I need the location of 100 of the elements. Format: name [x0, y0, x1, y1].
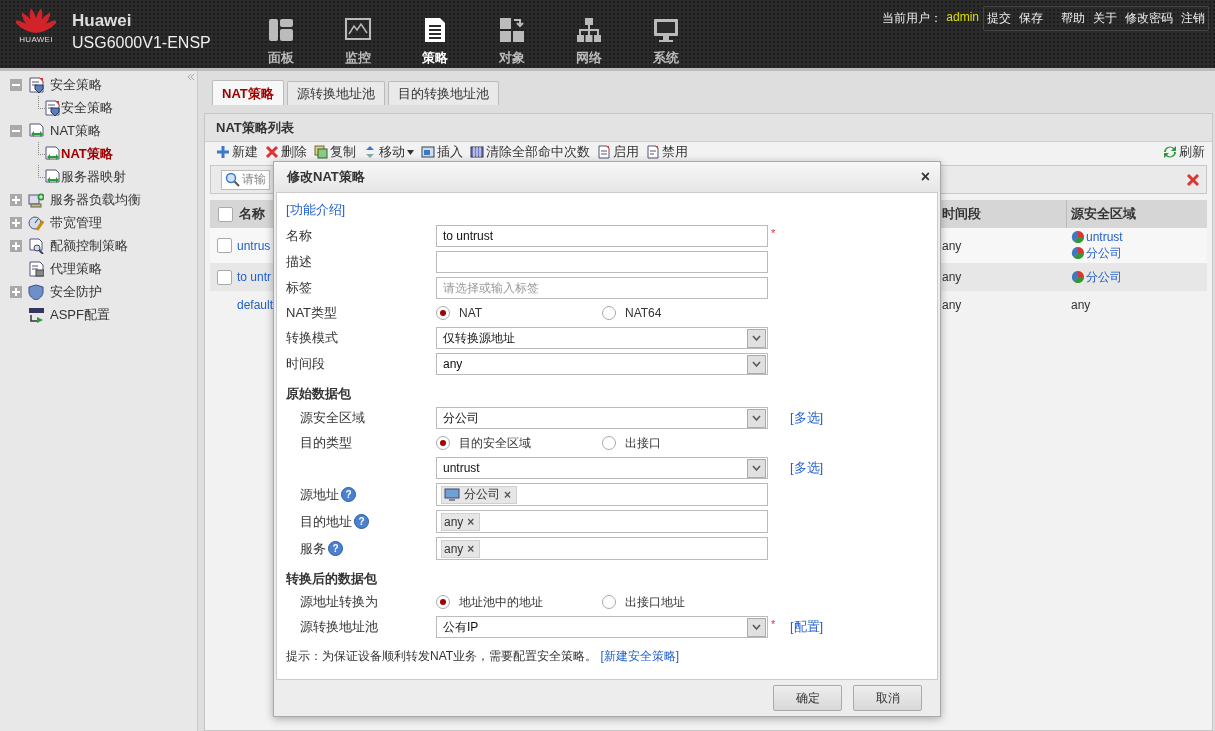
policy-name-link[interactable]: to untr	[237, 270, 272, 284]
tree-item[interactable]: 服务器映射	[61, 167, 126, 186]
dialog-button[interactable]: 确定	[773, 685, 842, 711]
radio-button[interactable]	[436, 306, 450, 320]
toolbar-button[interactable]: 禁用	[646, 144, 688, 160]
tree-item[interactable]: 服务器负载均衡	[50, 190, 141, 209]
nav-tab[interactable]: 网络	[550, 0, 627, 68]
multi-select-link[interactable]: [配置]	[790, 618, 928, 636]
collapse-toggle-icon[interactable]	[10, 78, 22, 91]
field-label: 时间段	[286, 355, 325, 373]
table-cell: any	[942, 238, 962, 253]
remove-icon[interactable]: ×	[467, 541, 475, 556]
document-arrows-icon	[28, 122, 44, 139]
radio-option[interactable]: NAT	[436, 306, 602, 320]
remove-icon[interactable]: ×	[467, 514, 475, 529]
expand-toggle-icon[interactable]	[10, 239, 22, 252]
new-policy-link[interactable]: [新建安全策略]	[600, 649, 680, 663]
tab[interactable]: 源转换地址池	[286, 81, 385, 105]
refresh-button[interactable]: 刷新	[1163, 144, 1205, 160]
input-field[interactable]: 请选择或输入标签	[436, 277, 768, 299]
input-field[interactable]	[436, 251, 768, 273]
document-shield-icon	[44, 99, 60, 116]
nav-tab[interactable]: 对象	[473, 0, 550, 68]
nav-tab[interactable]: 系统	[627, 0, 704, 68]
monitor-icon	[651, 16, 680, 44]
toolbar-button[interactable]: 删除	[265, 144, 307, 160]
radio-button[interactable]	[436, 436, 450, 450]
field-label: 源安全区域	[300, 409, 365, 427]
toolbar-button[interactable]: 移动	[363, 144, 414, 160]
radio-button[interactable]	[602, 436, 616, 450]
policy-name-link[interactable]: untrus	[237, 238, 271, 253]
header-link[interactable]: 注销	[1181, 10, 1205, 27]
tab[interactable]: 目的转换地址池	[387, 81, 499, 105]
dropdown[interactable]: 分公司	[436, 407, 768, 429]
zone-link[interactable]: untrust	[1071, 229, 1123, 244]
tab[interactable]: NAT策略	[212, 80, 284, 105]
dropdown[interactable]: any	[436, 353, 768, 375]
tree-item[interactable]: 配额控制策略	[50, 236, 128, 255]
dropdown[interactable]: 公有IP	[436, 616, 768, 638]
toolbar-button[interactable]: 复制	[314, 144, 356, 160]
radio-option[interactable]: 目的安全区域	[436, 434, 602, 452]
dropdown[interactable]: 仅转换源地址	[436, 327, 768, 349]
tree-item[interactable]: NAT策略	[61, 144, 113, 163]
policy-name-link[interactable]: default	[237, 298, 274, 312]
toolbar-button[interactable]: 清除全部命中次数	[470, 144, 590, 160]
expand-toggle-icon[interactable]	[10, 216, 22, 229]
input-field[interactable]: to untrust	[436, 225, 768, 247]
multi-select-link[interactable]: [多选]	[790, 409, 928, 427]
radio-button[interactable]	[436, 595, 450, 609]
field-label: 标签	[286, 279, 312, 297]
help-icon[interactable]: ?	[354, 514, 369, 529]
nav-tab[interactable]: 策略	[396, 0, 473, 68]
help-icon[interactable]: ?	[328, 541, 343, 556]
expand-toggle-icon[interactable]	[10, 285, 22, 298]
nav-tab[interactable]: 面板	[242, 0, 319, 68]
toolbar-button[interactable]: 插入	[421, 144, 463, 160]
radio-option[interactable]: 出接口地址	[602, 593, 768, 611]
field-label: 源地址	[300, 485, 339, 504]
dialog-button[interactable]: 取消	[853, 685, 922, 711]
toolbar-button[interactable]: 新建	[216, 144, 258, 160]
checkbox[interactable]	[217, 238, 232, 253]
radio-option[interactable]: 地址池中的地址	[436, 593, 602, 611]
close-button[interactable]: ×	[920, 168, 930, 186]
tag-field[interactable]: 分公司 ×	[436, 483, 768, 506]
header-link[interactable]: 提交	[987, 10, 1011, 27]
tree-item[interactable]: 带宽管理	[50, 213, 102, 232]
gauge-wrench-icon	[28, 214, 44, 231]
chevron-down-icon	[752, 361, 761, 367]
tree-item[interactable]: NAT策略	[50, 121, 102, 140]
pie-chart-icon	[1071, 246, 1085, 260]
tree-item[interactable]: ASPF配置	[50, 305, 110, 324]
header-link[interactable]: 保存	[1019, 10, 1043, 27]
radio-option[interactable]: NAT64	[602, 306, 768, 320]
radio-button[interactable]	[602, 595, 616, 609]
header-link[interactable]: 关于	[1093, 10, 1117, 27]
tree-item[interactable]: 安全策略	[50, 75, 102, 94]
dropdown[interactable]: untrust	[436, 457, 768, 479]
radio-option[interactable]: 出接口	[602, 434, 768, 452]
header-link[interactable]: 帮助	[1061, 10, 1085, 27]
zone-link[interactable]: 分公司	[1071, 244, 1122, 262]
tag-field[interactable]: any ×	[436, 537, 768, 560]
remove-icon[interactable]: ×	[504, 487, 511, 502]
search-field[interactable]: 请输	[221, 169, 270, 190]
tree-item[interactable]: 安全防护	[50, 282, 102, 301]
tag-field[interactable]: any ×	[436, 510, 768, 533]
checkbox[interactable]	[218, 206, 233, 222]
nav-tab[interactable]: 监控	[319, 0, 396, 68]
tree-item[interactable]: 安全策略	[61, 98, 113, 117]
expand-toggle-icon[interactable]	[10, 193, 22, 206]
help-link[interactable]: [功能介绍]	[286, 202, 346, 217]
tree-item[interactable]: 代理策略	[50, 259, 102, 278]
multi-select-link[interactable]: [多选]	[790, 459, 928, 477]
radio-button[interactable]	[602, 306, 616, 320]
tag-chip: any ×	[441, 539, 481, 558]
help-icon[interactable]: ?	[341, 487, 356, 502]
collapse-toggle-icon[interactable]	[10, 124, 22, 137]
header-link[interactable]: 修改密码	[1125, 10, 1173, 27]
toolbar-button[interactable]: 启用	[597, 144, 639, 160]
checkbox[interactable]	[217, 269, 232, 285]
clear-icon[interactable]	[1186, 172, 1200, 187]
